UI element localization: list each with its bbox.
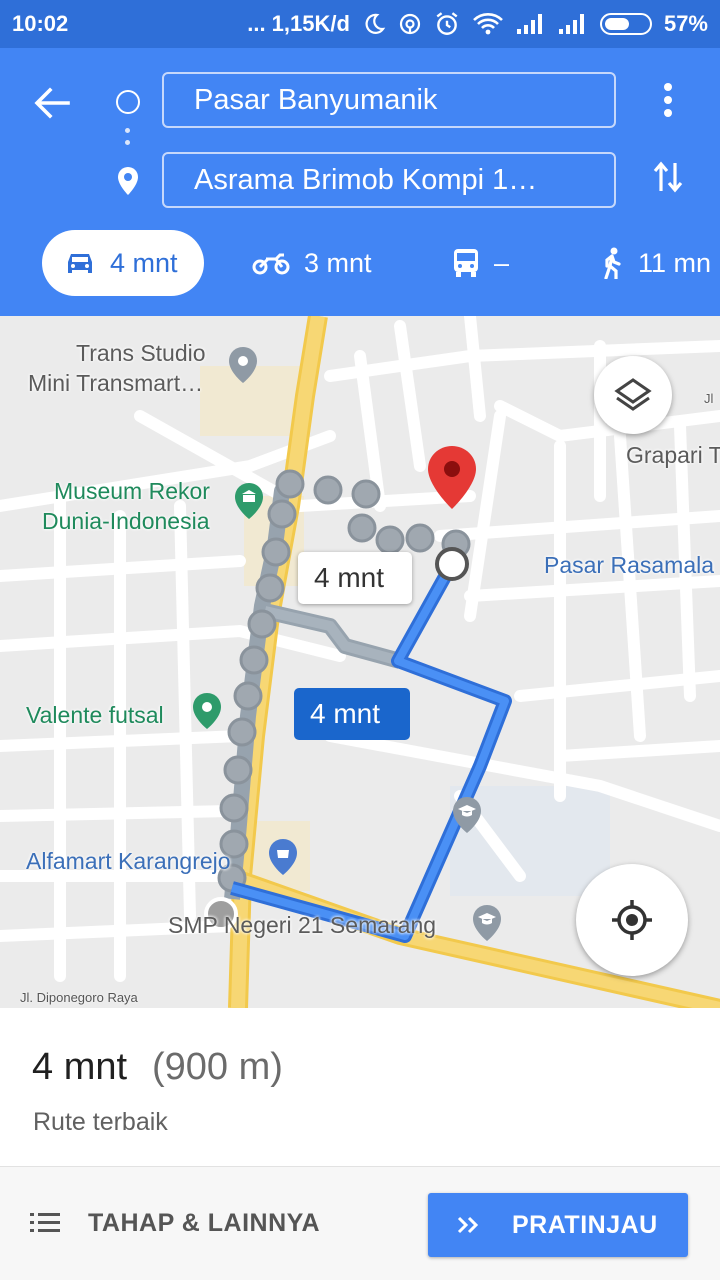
shopping-icon [268, 838, 298, 881]
poi-museum-line1: Museum Rekor [54, 478, 210, 504]
map-view[interactable]: Trans Studio Mini Transmart… Museum Reko… [0, 316, 720, 1008]
alternate-route-label[interactable]: 4 mnt [298, 552, 412, 604]
walk-icon [604, 247, 621, 279]
poi-smp-21[interactable]: SMP Negeri 21 Semarang [168, 910, 436, 940]
poi-trans-studio-line1: Trans Studio [76, 340, 206, 366]
origin-field[interactable]: Pasar Banyumanik [162, 72, 616, 128]
tab-walking-label: 11 mn [638, 247, 712, 278]
preview-button[interactable]: PRATINJAU [428, 1193, 688, 1257]
tab-motorcycle-label: 3 mnt [304, 247, 372, 278]
steps-button-label: TAHAP & LAINNYA [88, 1208, 321, 1237]
wifi-icon [472, 12, 504, 36]
battery-level [604, 18, 629, 30]
signal-icon-2 [558, 13, 588, 35]
steps-button[interactable]: TAHAP & LAINNYA [30, 1191, 320, 1255]
bus-icon [454, 249, 478, 277]
school-icon [472, 904, 502, 947]
tab-transit[interactable]: – [452, 230, 509, 296]
poi-trans-studio[interactable]: Trans Studio Mini Transmart… [28, 338, 206, 398]
moon-icon [362, 12, 386, 36]
route-note: Rute terbaik [33, 1108, 168, 1136]
tab-transit-label: – [494, 247, 510, 278]
layers-button[interactable] [594, 356, 672, 434]
travel-mode-tabs: 4 mnt 3 mnt – 11 mn [0, 230, 720, 296]
destination-pin-icon [116, 166, 140, 201]
poi-trans-studio-line2: Mini Transmart… [28, 370, 204, 396]
route-dots-icon [125, 128, 131, 152]
alarm-icon [434, 11, 460, 37]
destination-field[interactable]: Asrama Brimob Kompi 1… [162, 152, 616, 208]
selected-route-label[interactable]: 4 mnt [294, 688, 410, 740]
tab-driving[interactable]: 4 mnt [42, 230, 204, 296]
poi-jl: Jl [704, 391, 714, 406]
museum-icon [234, 482, 264, 525]
tab-walking[interactable]: 11 mn [600, 230, 711, 296]
poi-grapari[interactable]: Grapari T [626, 440, 720, 470]
status-time: 10:02 [12, 11, 69, 36]
street-label: Jl. Diponegoro Raya [20, 990, 138, 1005]
directions-header: Pasar Banyumanik Asrama Brimob Kompi 1… … [0, 48, 720, 316]
motorcycle-icon [252, 253, 290, 275]
tab-driving-label: 4 mnt [110, 247, 178, 278]
status-icons: ... 1,15K/d 57% [247, 11, 708, 37]
pin-icon [228, 346, 258, 389]
my-location-icon [612, 900, 652, 940]
hotspot-icon [398, 12, 422, 36]
my-location-button[interactable] [576, 864, 688, 976]
car-icon [68, 254, 92, 273]
route-summary[interactable]: 4 mnt (900 m) Rute terbaik [0, 1008, 720, 1166]
bottom-action-bar: TAHAP & LAINNYA PRATINJAU [0, 1166, 720, 1280]
pin-icon-green [192, 692, 222, 735]
list-icon [30, 1213, 60, 1232]
back-arrow-icon [34, 87, 70, 119]
back-button[interactable] [30, 81, 74, 125]
poi-valente-futsal[interactable]: Valente futsal [26, 700, 164, 730]
status-bar: 10:02 ... 1,15K/d 57% [0, 0, 720, 48]
route-distance: (900 m) [152, 1046, 283, 1088]
more-options-button[interactable] [650, 78, 686, 122]
poi-alfamart[interactable]: Alfamart Karangrejo [26, 846, 231, 876]
signal-icon [516, 13, 546, 35]
route-duration: 4 mnt [32, 1046, 128, 1088]
tab-motorcycle[interactable]: 3 mnt [252, 230, 372, 296]
double-chevron-icon [457, 1216, 479, 1234]
more-vert-icon [664, 83, 672, 117]
network-speed: ... 1,15K/d [247, 11, 350, 36]
battery-percent: 57% [663, 11, 708, 36]
battery-icon [599, 13, 652, 35]
preview-button-label: PRATINJAU [512, 1210, 658, 1239]
swap-button[interactable] [648, 154, 688, 200]
origin-circle-icon [116, 90, 140, 114]
school-icon-2 [452, 796, 482, 839]
swap-vert-icon [653, 161, 683, 193]
poi-museum[interactable]: Museum Rekor Dunia-Indonesia [42, 476, 210, 536]
poi-museum-line2: Dunia-Indonesia [42, 508, 210, 534]
layers-icon [614, 378, 652, 411]
poi-pasar-rasamala[interactable]: Pasar Rasamala [544, 550, 714, 580]
